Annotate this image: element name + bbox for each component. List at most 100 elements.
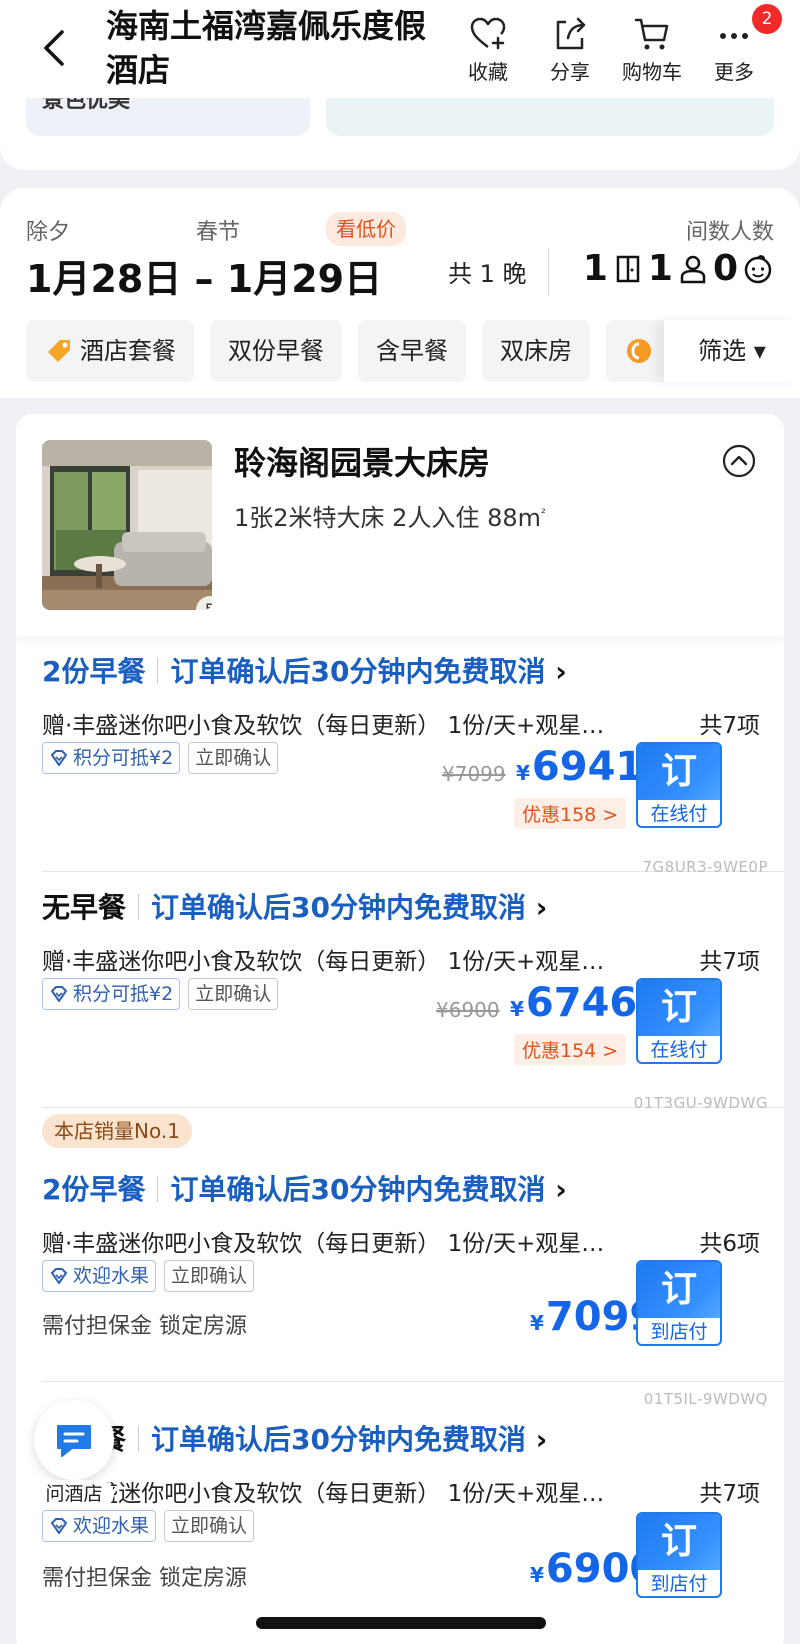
currency-symbol: ¥ bbox=[516, 761, 530, 785]
room-header[interactable]: 5 聆海阁园景大床房 1张2米特大床 2人入住 88m² bbox=[16, 414, 784, 636]
book-label: 订 bbox=[638, 1262, 720, 1318]
discount-badge[interactable]: 优惠154 > bbox=[514, 1034, 627, 1065]
share-button[interactable]: 分享 bbox=[530, 10, 610, 90]
chevron-right-icon: › bbox=[555, 655, 567, 688]
rate-plan-row[interactable]: 01T5IL-9WDWQ 无早餐订单确认后30分钟内免费取消 › 赠·丰盛迷你吧… bbox=[16, 1382, 784, 1644]
room-spec-text: 1张2米特大床 2人入住 88m bbox=[234, 504, 541, 532]
price-value: 6941 bbox=[531, 744, 644, 790]
rate-headline[interactable]: 2份早餐 订单确认后30分钟内免费取消 › bbox=[42, 650, 567, 690]
room-photo[interactable]: 5 bbox=[42, 440, 212, 610]
collapse-chevron-icon[interactable] bbox=[722, 444, 756, 478]
rooms-guests-selector[interactable]: 1 1 0 bbox=[583, 248, 774, 289]
filter-button[interactable]: 筛选 ▾ bbox=[664, 320, 800, 382]
fruit-tag: 欢迎水果 bbox=[42, 1510, 157, 1542]
rate-code: 7G8UR3-9WE0P bbox=[642, 858, 768, 876]
divider bbox=[548, 248, 549, 296]
share-icon bbox=[556, 17, 586, 50]
chip-twin-room[interactable]: 双床房 bbox=[482, 320, 590, 382]
meal-plan: 2份早餐 bbox=[42, 1173, 146, 1206]
more-notification-badge: 2 bbox=[752, 4, 782, 34]
checkin-holiday-label: 除夕 bbox=[26, 220, 71, 245]
more-icon bbox=[720, 33, 748, 39]
share-label: 分享 bbox=[550, 60, 590, 84]
chip-label: 含早餐 bbox=[376, 337, 448, 365]
ask-hotel-button[interactable]: 问酒店 bbox=[34, 1400, 114, 1508]
chip-more[interactable] bbox=[606, 320, 666, 382]
gift-description: 赠·丰盛迷你吧小食及软饮（每日更新） 1份/天+观星… bbox=[42, 1231, 605, 1257]
chip-label: 双床房 bbox=[500, 337, 572, 365]
cart-button[interactable]: 购物车 bbox=[612, 10, 692, 90]
price-value: 6746 bbox=[525, 980, 638, 1026]
original-price: ¥6900 bbox=[436, 998, 500, 1022]
diamond-icon bbox=[51, 1268, 67, 1284]
tag-label: 欢迎水果 bbox=[73, 1265, 150, 1287]
divider bbox=[157, 658, 159, 684]
divider bbox=[138, 894, 140, 920]
rate-headline[interactable]: 无早餐订单确认后30分钟内免费取消 › bbox=[42, 1418, 547, 1458]
rate-tags: 积分可抵¥2 立即确认 bbox=[42, 978, 279, 1010]
price: ¥6941 bbox=[516, 744, 643, 790]
rate-plan-row[interactable]: 01TW43-9WE0X 2份早餐订单确认后30分钟内免费取消 › 赠·丰盛迷你… bbox=[16, 614, 784, 872]
meal-plan: 2份早餐 bbox=[42, 655, 146, 688]
ask-hotel-label: 问酒店 bbox=[34, 1480, 114, 1508]
low-price-calendar-link[interactable]: 看低价 bbox=[326, 212, 406, 246]
gift-description: 赠·丰盛迷你吧小食及软饮（每日更新） 1份/天+观星… bbox=[42, 713, 605, 739]
book-label: 订 bbox=[638, 744, 720, 800]
sqm-superscript: ² bbox=[540, 506, 546, 520]
rate-tags: 欢迎水果 立即确认 bbox=[42, 1260, 255, 1292]
book-button[interactable]: 订 到店付 bbox=[636, 1260, 722, 1346]
cancel-policy: 订单确认后30分钟内免费取消 bbox=[151, 891, 526, 924]
stay-selector: 除夕 春节 看低价 间数人数 1月28日 – 1月29日 共 1 晚 1 1 0… bbox=[0, 188, 800, 398]
package-tag-icon bbox=[48, 340, 70, 362]
instant-confirm-tag: 立即确认 bbox=[188, 742, 279, 774]
payment-type: 到店付 bbox=[650, 1321, 708, 1343]
rate-tags: 欢迎水果 立即确认 bbox=[42, 1510, 255, 1542]
gift-count[interactable]: 共6项 bbox=[699, 1224, 760, 1258]
payment-type: 在线付 bbox=[650, 1039, 708, 1061]
highlight-tile[interactable]: 景色优美 bbox=[26, 98, 310, 136]
chip-hotel-package[interactable]: 酒店套餐 bbox=[26, 320, 194, 382]
rooms-guests-label: 间数人数 bbox=[685, 220, 774, 245]
gift-count[interactable]: 共7项 bbox=[699, 706, 760, 740]
back-button[interactable] bbox=[36, 24, 76, 72]
rate-plan-row[interactable]: 7G8UR3-9WE0P 无早餐 订单确认后30分钟内免费取消 › 赠·丰盛迷你吧… bbox=[16, 850, 784, 1108]
gift-description: 赠·丰盛迷你吧小食及软饮（每日更新） 1份/天+观星… bbox=[42, 1481, 605, 1507]
discount-badge[interactable]: 优惠158 > bbox=[514, 798, 627, 829]
cart-label: 购物车 bbox=[622, 60, 682, 84]
chip-with-breakfast[interactable]: 含早餐 bbox=[358, 320, 466, 382]
highlight-tile-2[interactable] bbox=[326, 98, 774, 136]
hotel-title: 海南土福湾嘉佩乐度假酒店 bbox=[106, 7, 427, 89]
rate-plan-row[interactable]: 01T3GU-9WDWG 本店销量No.1 2份早餐 订单确认后30分钟内免费取消… bbox=[16, 1086, 784, 1382]
currency-symbol: ¥ bbox=[530, 1563, 544, 1587]
rate-tags: 积分可抵¥2 立即确认 bbox=[42, 742, 279, 774]
gift-description: 赠·丰盛迷你吧小食及软饮（每日更新） 1份/天+观星… bbox=[42, 949, 605, 975]
divider bbox=[138, 1426, 140, 1452]
gift-count[interactable]: 共7项 bbox=[699, 1474, 760, 1508]
chip-label: 酒店套餐 bbox=[80, 337, 176, 365]
gift-count[interactable]: 共7项 bbox=[699, 942, 760, 976]
rate-headline[interactable]: 2份早餐 订单确认后30分钟内免费取消 › bbox=[42, 1168, 567, 1208]
diamond-icon bbox=[51, 1518, 67, 1534]
room-name: 聆海阁园景大床房 bbox=[234, 444, 491, 482]
ask-hotel-bubble bbox=[34, 1400, 114, 1480]
door-icon bbox=[616, 255, 640, 282]
instant-confirm-tag: 立即确认 bbox=[164, 1510, 255, 1542]
chat-bubble-icon bbox=[57, 1425, 91, 1457]
currency-symbol: ¥ bbox=[530, 1311, 544, 1335]
divider bbox=[157, 1176, 159, 1202]
book-button[interactable]: 订 在线付 bbox=[636, 978, 722, 1064]
room-photo-image bbox=[42, 440, 212, 610]
quick-filter-chips: 酒店套餐 双份早餐 含早餐 双床房 bbox=[26, 320, 666, 382]
price: ¥6746 bbox=[510, 980, 637, 1026]
more-label: 更多 bbox=[714, 60, 754, 84]
rate-code: 01T3GU-9WDWG bbox=[633, 1094, 768, 1112]
chip-double-breakfast[interactable]: 双份早餐 bbox=[210, 320, 342, 382]
rate-headline[interactable]: 无早餐订单确认后30分钟内免费取消 › bbox=[42, 886, 547, 926]
date-range[interactable]: 1月28日 – 1月29日 bbox=[26, 248, 382, 303]
book-button[interactable]: 订 到店付 bbox=[636, 1512, 722, 1598]
favorite-button[interactable]: 收藏 bbox=[448, 10, 528, 90]
book-button[interactable]: 订 在线付 bbox=[636, 742, 722, 828]
cart-icon bbox=[634, 18, 669, 50]
rooms-count: 1 bbox=[582, 248, 608, 289]
book-label: 订 bbox=[638, 1514, 720, 1570]
